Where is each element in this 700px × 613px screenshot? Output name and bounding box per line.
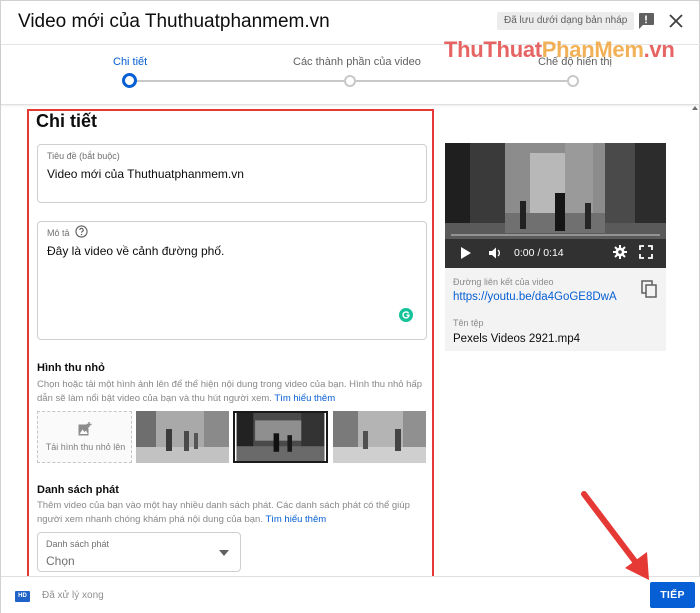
- step-video-elements-dot[interactable]: [344, 75, 356, 87]
- video-progress-track[interactable]: [451, 234, 660, 236]
- processing-status: Đã xử lý xong: [42, 590, 104, 601]
- video-controls: 0:00 / 0:14: [445, 239, 666, 268]
- add-image-icon: [78, 422, 92, 436]
- next-button[interactable]: TIẾP: [650, 582, 695, 608]
- upload-thumbnail-label: Tải hình thu nhỏ lên: [45, 442, 126, 452]
- thumbnail-learn-more-link[interactable]: Tìm hiểu thêm: [274, 393, 335, 404]
- video-time: 0:00 / 0:14: [514, 247, 564, 259]
- playlist-select[interactable]: Danh sách phát Chọn: [37, 532, 241, 572]
- fullscreen-icon[interactable]: [639, 245, 653, 259]
- video-link[interactable]: https://youtu.be/da4GoGE8DwA: [453, 291, 617, 303]
- step-visibility-label[interactable]: Chế độ hiển thị: [538, 56, 612, 68]
- dialog-title: Video mới của Thuthuatphanmem.vn: [18, 11, 330, 32]
- thumbnail-heading: Hình thu nhỏ: [37, 362, 105, 374]
- step-details-label[interactable]: Chi tiết: [113, 56, 147, 68]
- thumbnail-option-1[interactable]: [136, 411, 229, 463]
- scrollbar[interactable]: [691, 105, 699, 573]
- title-field-value[interactable]: Video mới của Thuthuatphanmem.vn: [47, 167, 244, 181]
- volume-icon[interactable]: [488, 246, 502, 260]
- gear-icon[interactable]: [613, 245, 627, 259]
- hd-badge-icon: HD: [15, 591, 30, 602]
- playlist-select-label: Danh sách phát: [46, 539, 110, 549]
- filename-label: Tên tệp: [453, 318, 484, 328]
- description-field-value[interactable]: Đây là video về cảnh đường phố.: [47, 244, 224, 258]
- playlist-learn-more-link[interactable]: Tìm hiểu thêm: [265, 514, 326, 525]
- thumbnail-option-3[interactable]: [333, 411, 426, 463]
- thumbnail-description: Chọn hoặc tải một hình ảnh lên để thể hi…: [37, 379, 423, 404]
- progress-stepper: Chi tiết Các thành phần của video Chế độ…: [1, 45, 700, 105]
- feedback-icon[interactable]: [636, 11, 656, 31]
- close-icon[interactable]: [666, 11, 686, 31]
- step-visibility-dot[interactable]: [567, 75, 579, 87]
- dropdown-caret-icon: [219, 550, 229, 556]
- play-icon[interactable]: [461, 247, 471, 259]
- section-heading: Chi tiết: [36, 111, 97, 131]
- title-field-label: Tiêu đề (bắt buộc): [47, 151, 120, 161]
- video-preview-card: 0:00 / 0:14 Đường liên kết của video htt…: [445, 143, 666, 351]
- upload-thumbnail-button[interactable]: Tải hình thu nhỏ lên: [37, 411, 132, 463]
- playlist-heading: Danh sách phát: [37, 484, 119, 496]
- playlist-select-value: Chọn: [46, 554, 75, 568]
- playlist-description: Thêm video của bạn vào một hay nhiều dan…: [37, 500, 410, 525]
- dialog-footer: HD Đã xử lý xong: [1, 576, 700, 613]
- help-icon[interactable]: [75, 225, 88, 238]
- description-field-label: Mô tả: [47, 228, 70, 238]
- video-link-label: Đường liên kết của video: [453, 277, 554, 287]
- filename-value: Pexels Videos 2921.mp4: [453, 333, 581, 345]
- grammarly-icon[interactable]: [399, 308, 413, 322]
- copy-icon[interactable]: [641, 280, 657, 298]
- draft-status-badge: Đã lưu dưới dạng bản nháp: [497, 12, 635, 30]
- thumbnail-option-2-selected[interactable]: [233, 411, 328, 463]
- title-field[interactable]: Tiêu đề (bắt buộc) Video mới của Thuthua…: [37, 144, 427, 203]
- step-video-elements-label[interactable]: Các thành phần của video: [293, 56, 421, 68]
- upload-dialog: Video mới của Thuthuatphanmem.vn Đã lưu …: [0, 0, 700, 613]
- annotation-arrow-icon: [581, 491, 649, 580]
- description-field[interactable]: Mô tả Đây là video về cảnh đường phố.: [37, 221, 427, 340]
- step-details-dot[interactable]: [122, 73, 137, 88]
